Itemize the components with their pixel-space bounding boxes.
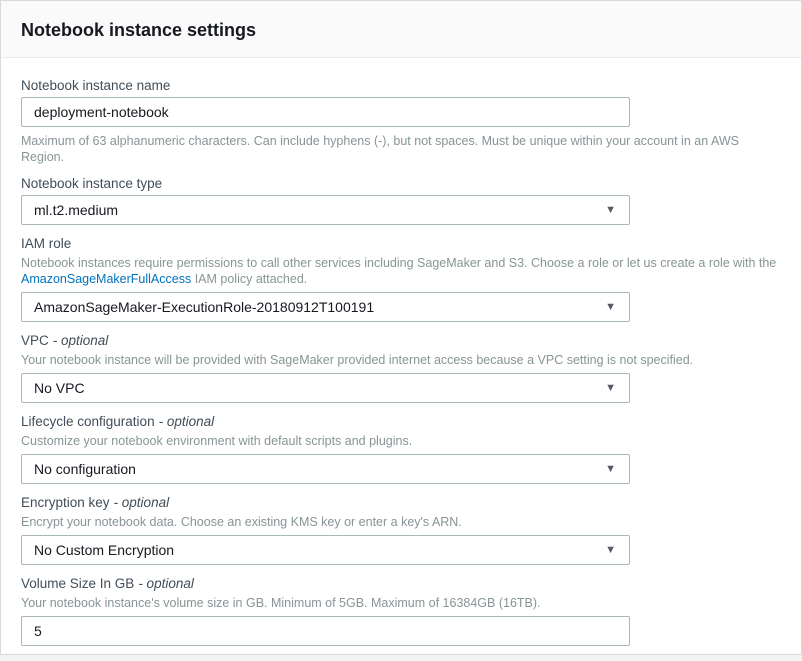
lifecycle-configuration-help: Customize your notebook environment with… bbox=[21, 433, 779, 449]
field-group-encryption-key: Encryption key- optional Encrypt your no… bbox=[21, 495, 781, 565]
iam-role-label: IAM role bbox=[21, 236, 781, 252]
encryption-key-label: Encryption key- optional bbox=[21, 495, 781, 511]
volume-size-input[interactable] bbox=[21, 616, 630, 646]
notebook-instance-type-select[interactable]: ml.t2.medium ▼ bbox=[21, 195, 630, 225]
notebook-instance-type-value: ml.t2.medium bbox=[34, 202, 118, 218]
vpc-help: Your notebook instance will be provided … bbox=[21, 352, 779, 368]
sagemaker-full-access-policy-link[interactable]: AmazonSageMakerFullAccess bbox=[21, 272, 191, 286]
iam-role-select[interactable]: AmazonSageMaker-ExecutionRole-20180912T1… bbox=[21, 292, 630, 322]
lifecycle-configuration-label: Lifecycle configuration- optional bbox=[21, 414, 781, 430]
notebook-instance-name-input[interactable] bbox=[21, 97, 630, 127]
vpc-value: No VPC bbox=[34, 380, 85, 396]
lifecycle-configuration-value: No configuration bbox=[34, 461, 136, 477]
iam-role-help: Notebook instances require permissions t… bbox=[21, 255, 779, 287]
notebook-instance-settings-panel: Notebook instance settings Notebook inst… bbox=[0, 0, 802, 655]
dropdown-arrow-icon: ▼ bbox=[605, 545, 616, 556]
panel-header: Notebook instance settings bbox=[1, 1, 801, 58]
notebook-instance-type-label: Notebook instance type bbox=[21, 176, 781, 192]
field-group-iam-role: IAM role Notebook instances require perm… bbox=[21, 236, 781, 322]
vpc-optional-suffix: - optional bbox=[53, 333, 109, 348]
encryption-key-select[interactable]: No Custom Encryption ▼ bbox=[21, 535, 630, 565]
lifecycle-optional-suffix: - optional bbox=[159, 414, 215, 429]
panel-body: Notebook instance name Maximum of 63 alp… bbox=[1, 58, 801, 646]
volume-size-help: Your notebook instance's volume size in … bbox=[21, 595, 779, 611]
encryption-key-value: No Custom Encryption bbox=[34, 542, 174, 558]
iam-role-help-text-before: Notebook instances require permissions t… bbox=[21, 256, 776, 270]
field-group-notebook-instance-name: Notebook instance name Maximum of 63 alp… bbox=[21, 78, 781, 165]
encryption-key-help: Encrypt your notebook data. Choose an ex… bbox=[21, 514, 779, 530]
dropdown-arrow-icon: ▼ bbox=[605, 302, 616, 313]
dropdown-arrow-icon: ▼ bbox=[605, 205, 616, 216]
dropdown-arrow-icon: ▼ bbox=[605, 464, 616, 475]
panel-title: Notebook instance settings bbox=[21, 19, 781, 41]
iam-role-value: AmazonSageMaker-ExecutionRole-20180912T1… bbox=[34, 299, 374, 315]
encryption-optional-suffix: - optional bbox=[114, 495, 170, 510]
iam-role-help-text-after: IAM policy attached. bbox=[191, 272, 307, 286]
vpc-label: VPC- optional bbox=[21, 333, 781, 349]
vpc-select[interactable]: No VPC ▼ bbox=[21, 373, 630, 403]
field-group-volume-size: Volume Size In GB- optional Your noteboo… bbox=[21, 576, 781, 646]
volume-size-optional-suffix: - optional bbox=[138, 576, 194, 591]
notebook-instance-name-label: Notebook instance name bbox=[21, 78, 781, 94]
field-group-notebook-instance-type: Notebook instance type ml.t2.medium ▼ bbox=[21, 176, 781, 225]
lifecycle-configuration-select[interactable]: No configuration ▼ bbox=[21, 454, 630, 484]
field-group-vpc: VPC- optional Your notebook instance wil… bbox=[21, 333, 781, 403]
field-group-lifecycle-configuration: Lifecycle configuration- optional Custom… bbox=[21, 414, 781, 484]
notebook-instance-name-help: Maximum of 63 alphanumeric characters. C… bbox=[21, 133, 779, 165]
volume-size-label: Volume Size In GB- optional bbox=[21, 576, 781, 592]
dropdown-arrow-icon: ▼ bbox=[605, 383, 616, 394]
